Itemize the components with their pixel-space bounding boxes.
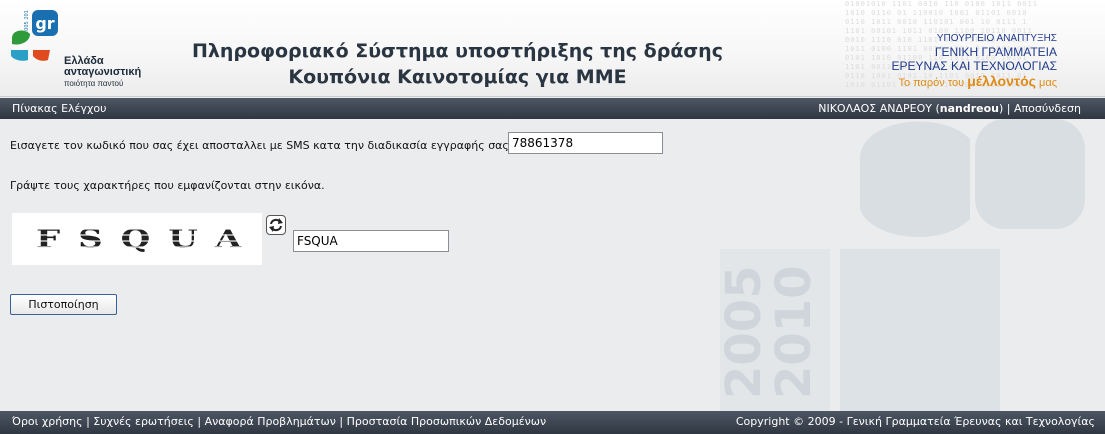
greece-competitive-logo[interactable]: gr 2005 2010 Ελλάδα ανταγωνιστική ποιότη… — [8, 7, 148, 92]
gr-2005-2010-watermark-icon: 2005 2010 — [716, 119, 1085, 411]
footer-link-privacy[interactable]: Προστασία Προσωπικών Δεδομένων — [347, 415, 547, 428]
top-navbar: Πίνακας Ελέγχου ΝΙΚΟΛΑΟΣ ΑΝΔΡΕΟΥ (nandre… — [0, 98, 1105, 119]
footer-link-report-problems[interactable]: Αναφορά Προβλημάτων — [205, 415, 336, 428]
captcha-prompt-label: Γράψτε τους χαρακτήρες που εμφανίζονται … — [10, 179, 325, 192]
dashboard-link[interactable]: Πίνακας Ελέγχου — [12, 102, 106, 115]
site-title-line-2: Κουπόνια Καινοτομίας για ΜΜΕ — [288, 66, 627, 88]
svg-text:2005: 2005 — [716, 265, 772, 399]
refresh-icon — [269, 218, 283, 232]
captcha-input[interactable] — [293, 230, 449, 252]
footer-sep-2: | — [197, 415, 202, 428]
logo-line-3: ποιότητα παντού — [64, 79, 124, 88]
ministry-line-1: ΥΠΟΥΡΓΕΙΟ ΑΝΑΠΤΥΞΗΣ — [936, 33, 1057, 44]
logo-line-2: ανταγωνιστική — [64, 66, 142, 78]
captcha-refresh-button[interactable] — [266, 215, 286, 235]
user-id: nandreou — [939, 102, 999, 115]
gr-logo-mark-icon: gr 2005 2010 — [11, 7, 58, 61]
slogan-pre: Το παρόν του — [898, 77, 965, 89]
user-name: ΝΙΚΟΛΑΟΣ ΑΝΔΡΕΟΥ — [818, 102, 932, 115]
site-title: Πληροφοριακό Σύστημα υποστήριξης της δρά… — [160, 38, 755, 90]
sms-code-input[interactable] — [508, 132, 663, 154]
footer-sep-3: | — [339, 415, 344, 428]
site-footer: Όροι χρήσης | Συχνές ερωτήσεις | Αναφορά… — [0, 411, 1105, 434]
footer-sep-1: | — [86, 415, 90, 428]
sms-prompt-label: Εισαγετε τον κωδικό που σας έχει αποσταλ… — [10, 139, 513, 152]
captcha-image: FSQUA — [12, 213, 262, 265]
ministry-line-2: ΓΕΝΙΚΗ ΓΡΑΜΜΑΤΕΙΑ — [934, 45, 1057, 59]
footer-links: Όροι χρήσης | Συχνές ερωτήσεις | Αναφορά… — [12, 411, 546, 433]
svg-text:2010: 2010 — [766, 265, 822, 399]
ministry-slogan: Το παρόν του μέλλοντός μας — [892, 73, 1057, 91]
user-area: ΝΙΚΟΛΑΟΣ ΑΝΔΡΕΟΥ (nandreou) | Αποσύνδεση — [818, 102, 1081, 115]
site-header: 01001010 1101 0010 110 0100 1011 0011 10… — [0, 0, 1105, 97]
verify-button[interactable]: Πιστοποίηση — [10, 294, 117, 315]
copyright-text: Copyright © 2009 - Γενική Γραμματεία Έρε… — [735, 415, 1095, 428]
footer-link-faq[interactable]: Συχνές ερωτήσεις — [93, 415, 194, 428]
main-content: 2005 2010 Εισαγετε τον κωδικό που σας έχ… — [0, 119, 1105, 411]
logo-mark-text: gr — [35, 14, 54, 33]
nav-separator: | — [1006, 102, 1011, 115]
svg-text:2005 2010: 2005 2010 — [24, 10, 30, 34]
ministry-line-3: ΕΡΕΥΝΑΣ ΚΑΙ ΤΕΧΝΟΛΟΓΙΑΣ — [891, 59, 1057, 73]
site-title-line-1: Πληροφοριακό Σύστημα υποστήριξης της δρά… — [192, 40, 723, 62]
ministry-block: ΥΠΟΥΡΓΕΙΟ ΑΝΑΠΤΥΞΗΣ ΓΕΝΙΚΗ ΓΡΑΜΜΑΤΕΙΑ ΕΡ… — [892, 33, 1057, 91]
slogan-bold: μέλλοντός — [967, 73, 1036, 89]
slogan-post: μας — [1039, 77, 1057, 89]
logo-caption: Ελλάδα ανταγωνιστική ποιότητα παντού — [64, 56, 142, 89]
footer-link-terms[interactable]: Όροι χρήσης — [12, 415, 83, 428]
logout-link[interactable]: Αποσύνδεση — [1014, 102, 1081, 115]
